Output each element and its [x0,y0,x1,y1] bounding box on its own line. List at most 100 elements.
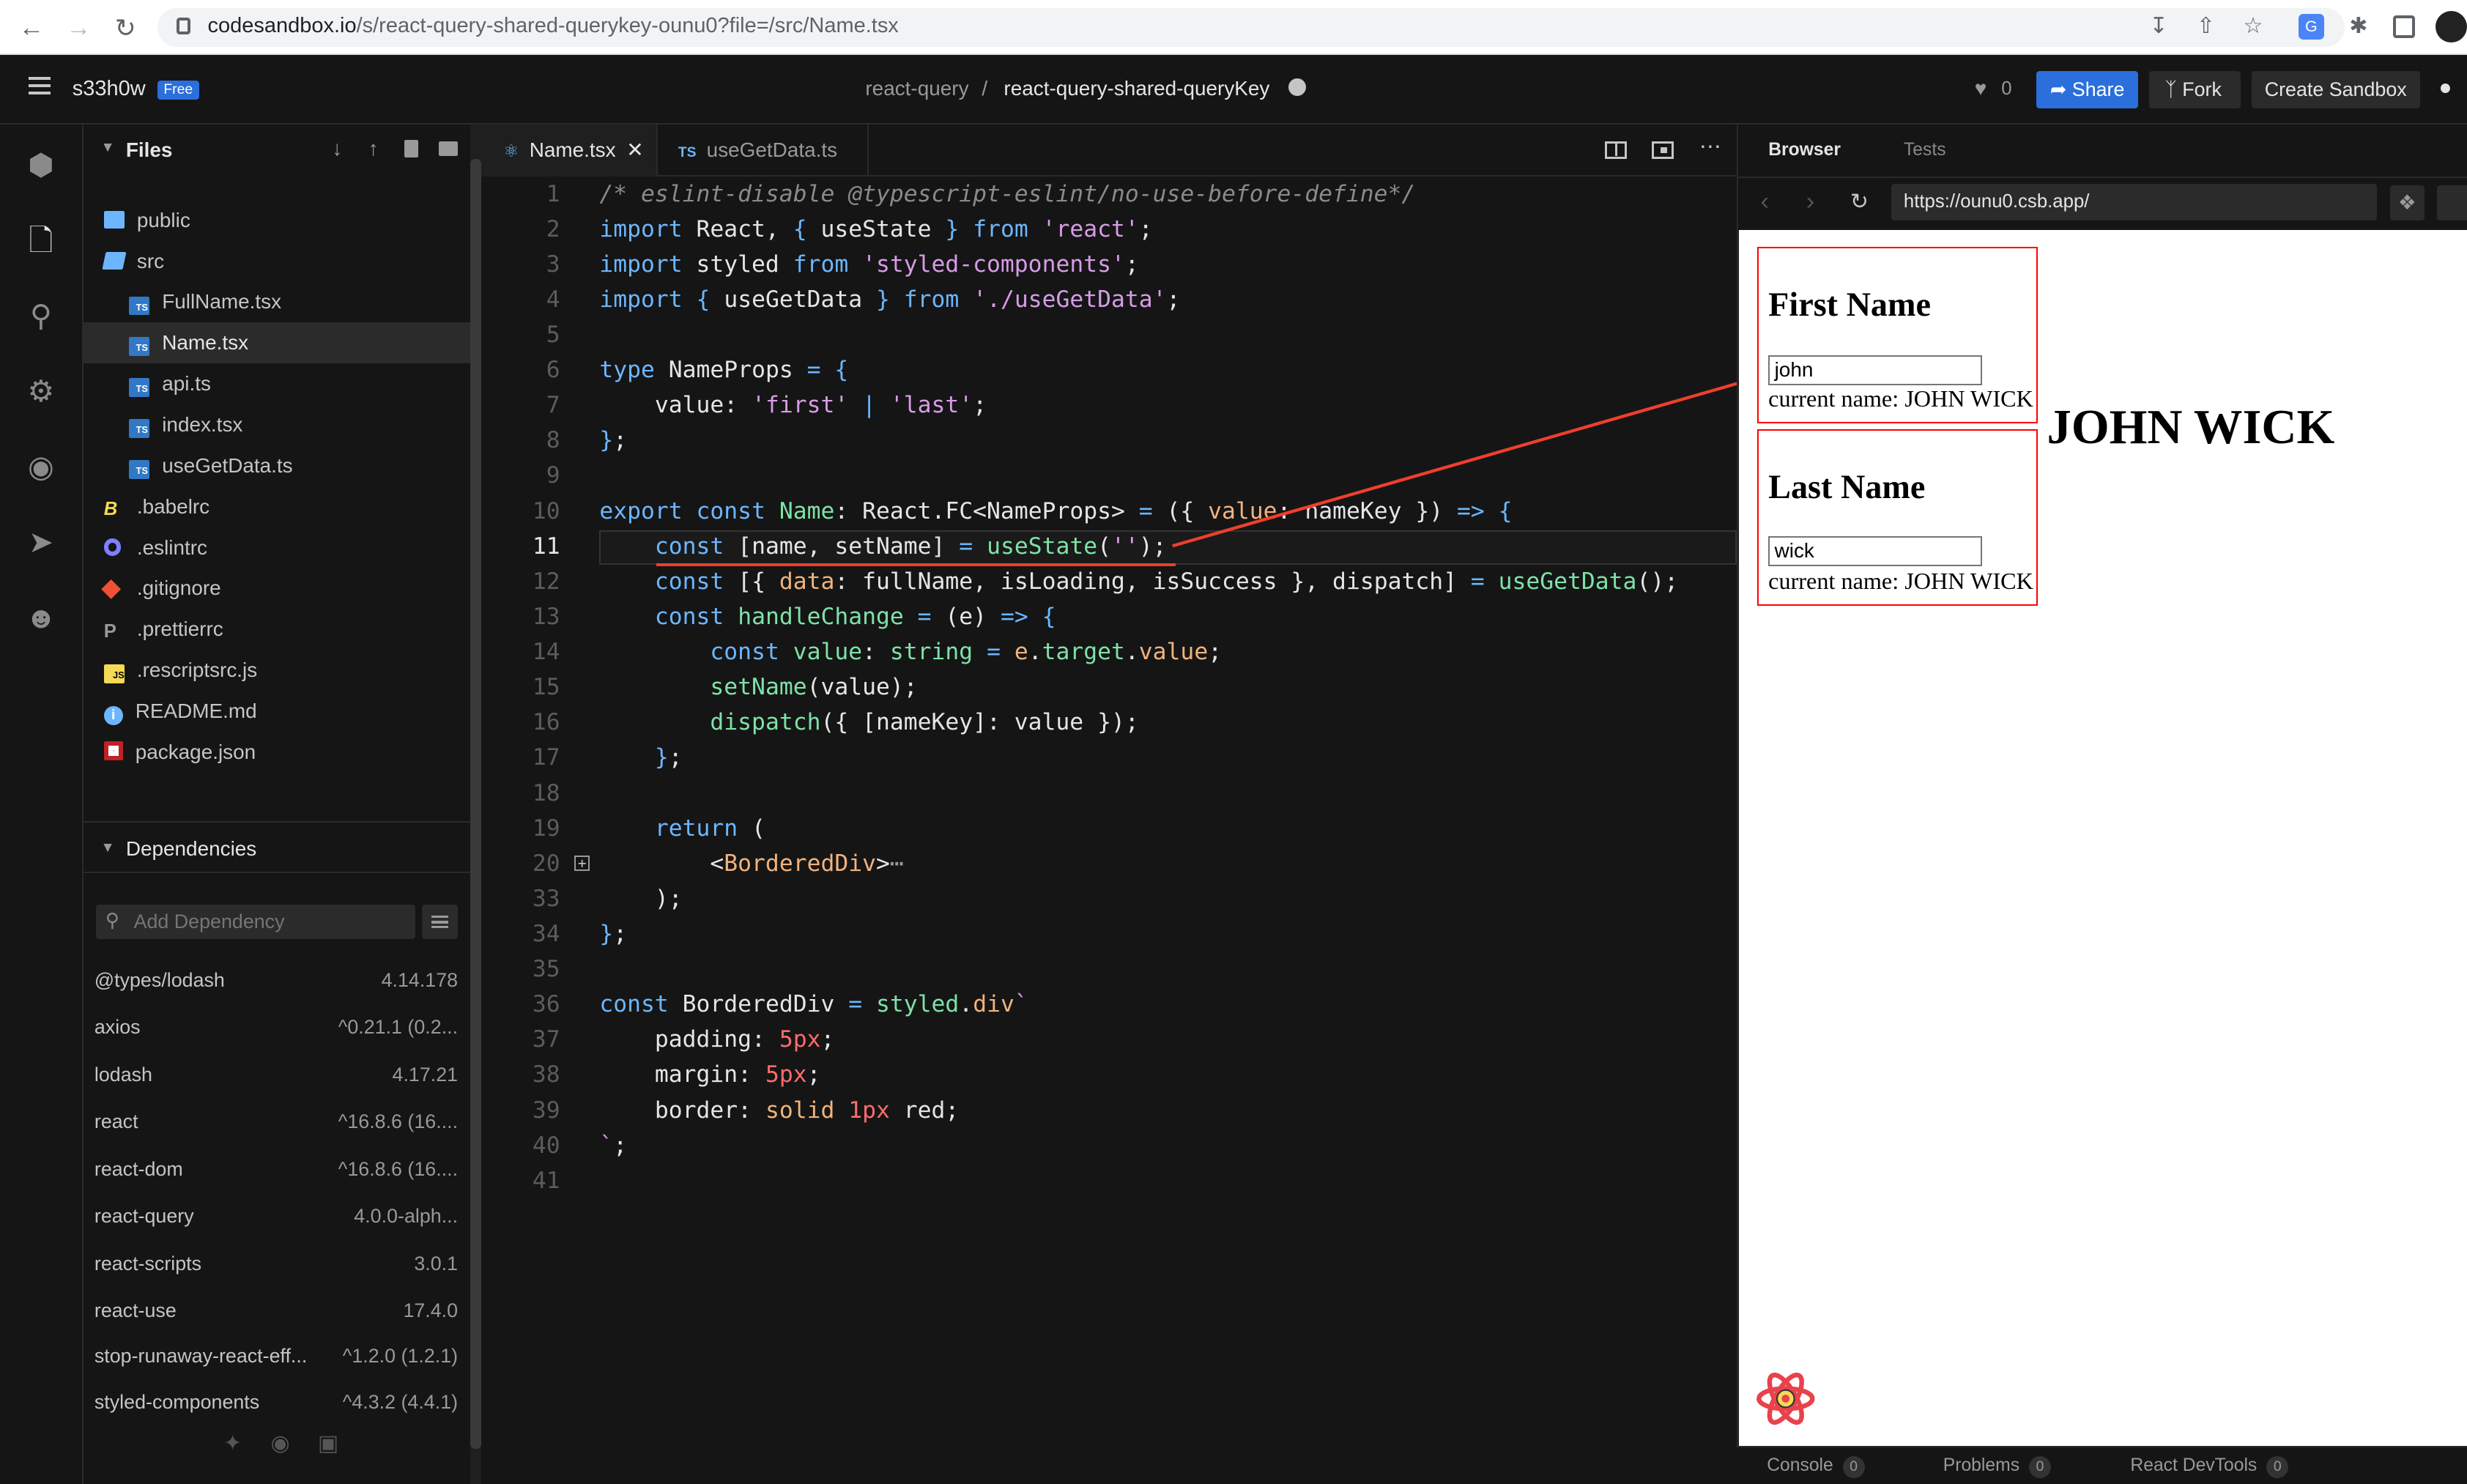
file-item-src[interactable]: src [84,241,470,282]
preview-icon[interactable] [1652,141,1674,159]
dependency-version: ^16.8.6 (16.... [338,1110,459,1133]
reload-icon[interactable]: ↻ [115,14,136,43]
annotation-arrow [1171,373,1759,548]
code-line: type NameProps = { [599,357,849,384]
file-item-fullname[interactable]: TS FullName.tsx [84,281,470,322]
user-name[interactable]: s33h0w [73,77,146,101]
dependency-row[interactable]: stop-runaway-react-eff... ^1.2.0 (1.2.1) [84,1332,470,1379]
share-page-icon[interactable]: ⇧ [2193,14,2218,39]
breadcrumb-folder[interactable]: react-query [865,77,968,100]
tab-browser[interactable]: Browser [1768,140,1841,160]
dependency-row[interactable]: react-dom ^16.8.6 (16.... [84,1146,470,1192]
file-item-index[interactable]: TS index.tsx [84,404,470,445]
files-header[interactable]: ▼ Files ↓ ↑ [84,125,470,177]
dependencies-header[interactable]: ▼ Dependencies [84,823,470,875]
dependency-row[interactable]: react-query 4.0.0-alph... [84,1192,470,1239]
back-icon[interactable]: ← [19,14,44,42]
dependency-row[interactable]: react ^16.8.6 (16.... [84,1098,470,1145]
fork-button[interactable]: ᛉ Fork [2149,70,2241,109]
line-number: 6 [546,357,560,384]
split-view-icon[interactable] [1604,141,1628,159]
bell-icon[interactable]: ● [2438,75,2452,100]
heart-icon[interactable]: ♥ [1975,77,1987,100]
devtools-icon[interactable]: ❖ [2389,185,2425,220]
code-line: /* eslint-disable @typescript-eslint/no-… [599,180,1416,207]
file-item-gitignore[interactable]: .gitignore [84,568,470,609]
line-number: 36 [532,991,560,1018]
file-item-api[interactable]: TS api.ts [84,363,470,404]
file-item-name[interactable]: TS Name.tsx [83,322,471,364]
file-item-eslintrc[interactable]: .eslintrc [84,527,470,568]
line-number: 2 [546,215,560,242]
file-item-public[interactable]: public [84,200,470,241]
dependency-list-button[interactable] [421,905,459,940]
tab-name-tsx[interactable]: ⚛ Name.tsx ✕ [481,124,658,177]
dependency-row[interactable]: lodash 4.17.21 [84,1051,470,1098]
side-panel-icon[interactable] [2393,15,2416,38]
new-file-icon[interactable] [404,140,419,157]
first-name-input[interactable]: john [1768,355,1983,386]
react-devtools-tab[interactable]: React DevTools 0 [2130,1455,2289,1478]
file-item-usegetdata[interactable]: TS useGetData.ts [84,445,470,486]
menu-icon[interactable] [28,77,51,94]
dependency-row[interactable]: @types/lodash 4.14.178 [84,957,470,1003]
extensions-icon[interactable]: ✱ [2346,14,2371,39]
cube-icon[interactable]: ⬢ [22,146,60,185]
url-text[interactable]: codesandbox.io/s/react-query-shared-quer… [208,14,899,38]
dependency-row[interactable]: styled-components ^4.3.2 (4.4.1) [84,1379,470,1425]
twitter-icon[interactable]: ✦ [223,1431,242,1456]
sidebar-scrollbar[interactable] [470,124,482,1484]
profile-avatar[interactable] [2436,11,2467,42]
github-icon[interactable]: ◉ [270,1431,289,1456]
fold-expand-icon[interactable]: + [574,855,590,872]
line-number: 34 [532,920,560,947]
translate-icon[interactable]: G [2299,14,2324,40]
users-icon[interactable]: ☻ [22,599,60,637]
dependencies-title: Dependencies [125,836,257,860]
file-item-babelrc[interactable]: B .babelrc [84,486,470,527]
rocket-icon[interactable]: ➤ [22,524,60,562]
tab-usegetdata[interactable]: TS useGetData.ts [658,124,869,177]
forward-icon[interactable]: → [66,14,91,42]
github-icon[interactable]: ◉ [22,448,60,486]
gear-icon[interactable]: ⚙ [22,373,60,411]
sandbox-title[interactable]: react-query-shared-queryKey [1004,77,1269,100]
file-item-prettierrc[interactable]: P .prettierrc [84,609,470,650]
file-name: public [136,208,190,231]
bookmark-star-icon[interactable]: ☆ [2241,14,2266,39]
search-icon[interactable]: ⚲ [22,297,60,335]
reload-icon[interactable]: ↻ [1850,189,1869,215]
more-options-icon[interactable]: ⋯ [1699,134,1721,160]
file-item-package[interactable]: package.json [84,732,470,773]
dependency-version: ^4.3.2 (4.4.1) [342,1390,459,1413]
typescript-icon: TS [129,419,150,438]
add-dependency-search[interactable]: ⚲ [96,905,416,940]
tab-tests[interactable]: Tests [1904,140,1946,160]
react-query-devtools-icon[interactable] [1756,1372,1816,1425]
share-button[interactable]: ➦ Share [2036,70,2139,109]
file-item-rescriptsrc[interactable]: JS .rescriptsrc.js [84,650,470,691]
last-name-input[interactable]: wick [1768,536,1983,567]
file-item-readme[interactable]: i README.md [84,691,470,732]
back-icon[interactable]: ‹ [1760,188,1768,216]
new-folder-icon[interactable] [439,141,459,156]
code-line: padding: 5px; [599,1026,835,1053]
download-sort-icon[interactable]: ↓ [332,137,342,160]
upload-icon[interactable]: ↑ [368,137,379,160]
file-icon[interactable]: 🗋 [22,222,60,260]
dependency-row[interactable]: axios ^0.21.1 (0.2... [84,1003,470,1050]
console-tab[interactable]: Console 0 [1767,1455,1865,1478]
preview-address-input[interactable]: https://ounu0.csb.app/ [1891,184,2378,220]
add-dependency-input[interactable] [133,908,401,937]
problems-tab[interactable]: Problems 0 [1943,1455,2051,1478]
new-window-icon[interactable] [2437,185,2467,220]
create-sandbox-button[interactable]: Create Sandbox [2251,70,2420,109]
code-line: const [name, setName] = useState(''); [654,533,1167,560]
dependency-row[interactable]: react-scripts 3.0.1 [84,1240,470,1287]
close-icon[interactable]: ✕ [626,125,643,177]
prettier-icon: P [103,621,116,642]
dependency-row[interactable]: react-use 17.4.0 [84,1287,470,1334]
download-icon[interactable]: ↧ [2146,14,2171,39]
forward-icon[interactable]: › [1806,188,1814,216]
discord-icon[interactable]: ▣ [318,1431,338,1456]
